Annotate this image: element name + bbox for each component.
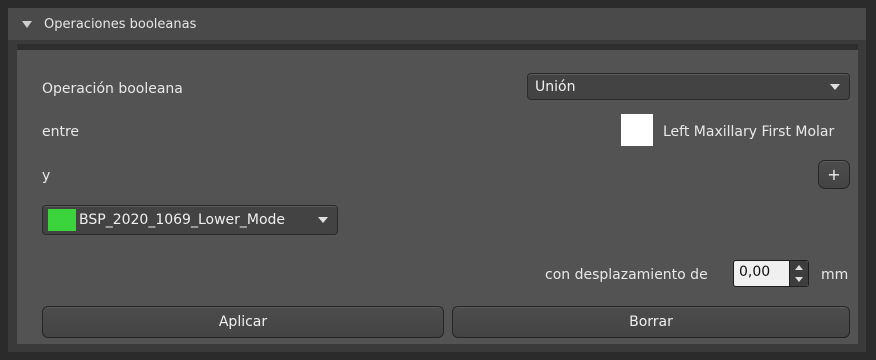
operation-selected-value: Unión [535,78,576,95]
panel-body: Operación booleana Unión entre Left Maxi… [17,44,858,344]
collapse-triangle-icon[interactable] [22,20,32,28]
offset-value: 0,00 [739,264,771,280]
object-name: BSP_2020_1069_Lower_Mode [79,212,286,228]
color-swatch[interactable] [621,114,653,146]
panel-header[interactable]: Operaciones booleanas [8,8,866,40]
offset-spinbox[interactable]: 0,00 [733,260,809,287]
offset-label: con desplazamiento de [545,267,708,283]
operation-dropdown[interactable]: Unión [527,73,850,100]
arrow-down-icon[interactable] [795,277,803,282]
apply-button-label: Aplicar [218,314,268,330]
color-swatch [48,209,76,231]
operation-label: Operación booleana [42,81,183,97]
plus-icon: + [827,165,841,184]
add-object-button[interactable]: + [818,160,850,189]
arrow-up-icon[interactable] [795,265,803,270]
panel-title: Operaciones booleanas [44,16,197,32]
between-label: entre [42,124,80,140]
chevron-down-icon [318,217,328,223]
between-object-name: Left Maxillary First Molar [663,124,835,140]
clear-button[interactable]: Borrar [452,306,850,338]
spinner-arrows-icon[interactable] [789,261,808,286]
boolean-operations-panel: Operaciones booleanas Operación booleana… [8,8,866,352]
chevron-down-icon [830,83,840,90]
object-dropdown[interactable]: BSP_2020_1069_Lower_Mode [42,205,338,235]
and-label: y [42,168,51,184]
clear-button-label: Borrar [629,314,673,330]
offset-unit: mm [821,267,849,283]
apply-button[interactable]: Aplicar [42,306,444,338]
